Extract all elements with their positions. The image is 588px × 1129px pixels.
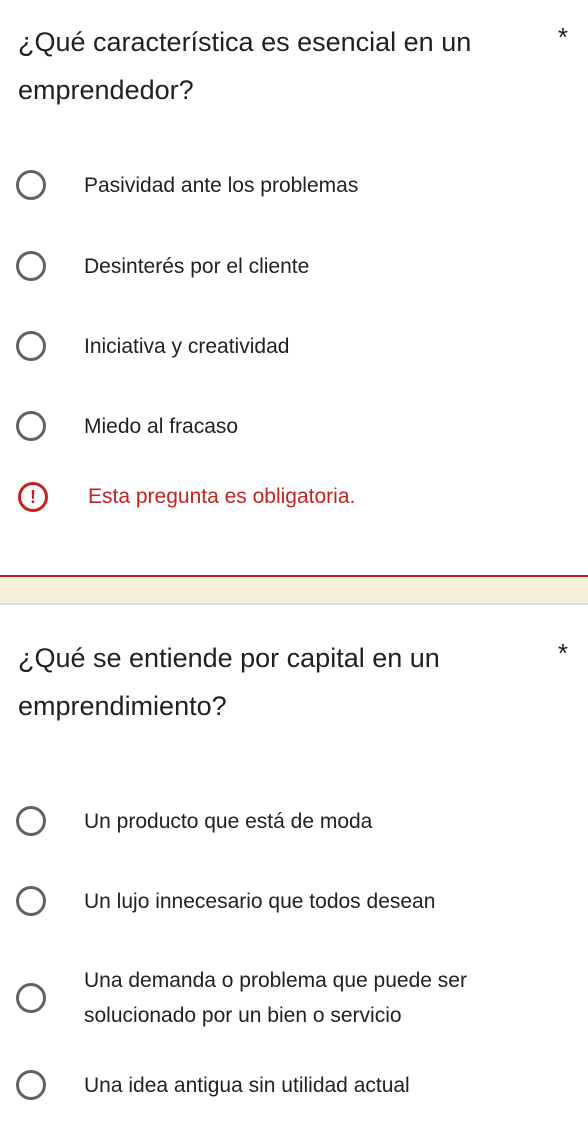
option-label: Un lujo innecesario que todos desean: [84, 889, 436, 913]
section-separator: [0, 577, 588, 605]
radio-option-lujo[interactable]: Un lujo innecesario que todos desean: [16, 875, 576, 927]
radio-circle-icon[interactable]: [16, 331, 46, 361]
radio-circle-icon[interactable]: [16, 886, 46, 916]
option-label: Una demanda o problema que puede ser sol…: [84, 969, 467, 1027]
radio-circle-icon[interactable]: [16, 170, 46, 200]
question-title: ¿Qué se entiende por capital en un empre…: [18, 643, 440, 721]
radio-option-pasividad[interactable]: Pasividad ante los problemas: [16, 159, 576, 211]
radio-circle-icon[interactable]: [16, 1070, 46, 1100]
option-label: Miedo al fracaso: [84, 414, 239, 438]
radio-circle-icon[interactable]: [16, 983, 46, 1013]
radio-option-iniciativa[interactable]: Iniciativa y creatividad: [16, 320, 576, 372]
required-error: ! Esta pregunta es obligatoria.: [18, 482, 355, 512]
option-label: Una idea antigua sin utilidad actual: [84, 1073, 410, 1097]
radio-option-demanda[interactable]: Una demanda o problema que puede ser sol…: [16, 955, 576, 1041]
error-exclamation-icon: !: [18, 482, 48, 512]
option-label: Un producto que está de moda: [84, 809, 373, 833]
option-label: Iniciativa y creatividad: [84, 334, 290, 358]
question-card-1: ¿Qué característica es esencial en un em…: [0, 0, 588, 577]
radio-circle-icon[interactable]: [16, 806, 46, 836]
required-asterisk: *: [557, 22, 568, 52]
option-label: Desinterés por el cliente: [84, 254, 310, 278]
form-page: ¿Qué característica es esencial en un em…: [0, 0, 588, 1129]
radio-option-producto-moda[interactable]: Un producto que está de moda: [16, 795, 576, 847]
radio-circle-icon[interactable]: [16, 251, 46, 281]
option-label: Pasividad ante los problemas: [84, 173, 359, 197]
required-asterisk: *: [557, 638, 568, 668]
radio-circle-icon[interactable]: [16, 411, 46, 441]
radio-option-idea-antigua[interactable]: Una idea antigua sin utilidad actual: [16, 1059, 576, 1111]
radio-option-desinteres[interactable]: Desinterés por el cliente: [16, 240, 576, 292]
question-card-2: ¿Qué se entiende por capital en un empre…: [0, 605, 588, 1129]
error-message: Esta pregunta es obligatoria.: [88, 485, 356, 508]
radio-option-miedo[interactable]: Miedo al fracaso: [16, 400, 576, 452]
question-title: ¿Qué característica es esencial en un em…: [18, 27, 472, 105]
